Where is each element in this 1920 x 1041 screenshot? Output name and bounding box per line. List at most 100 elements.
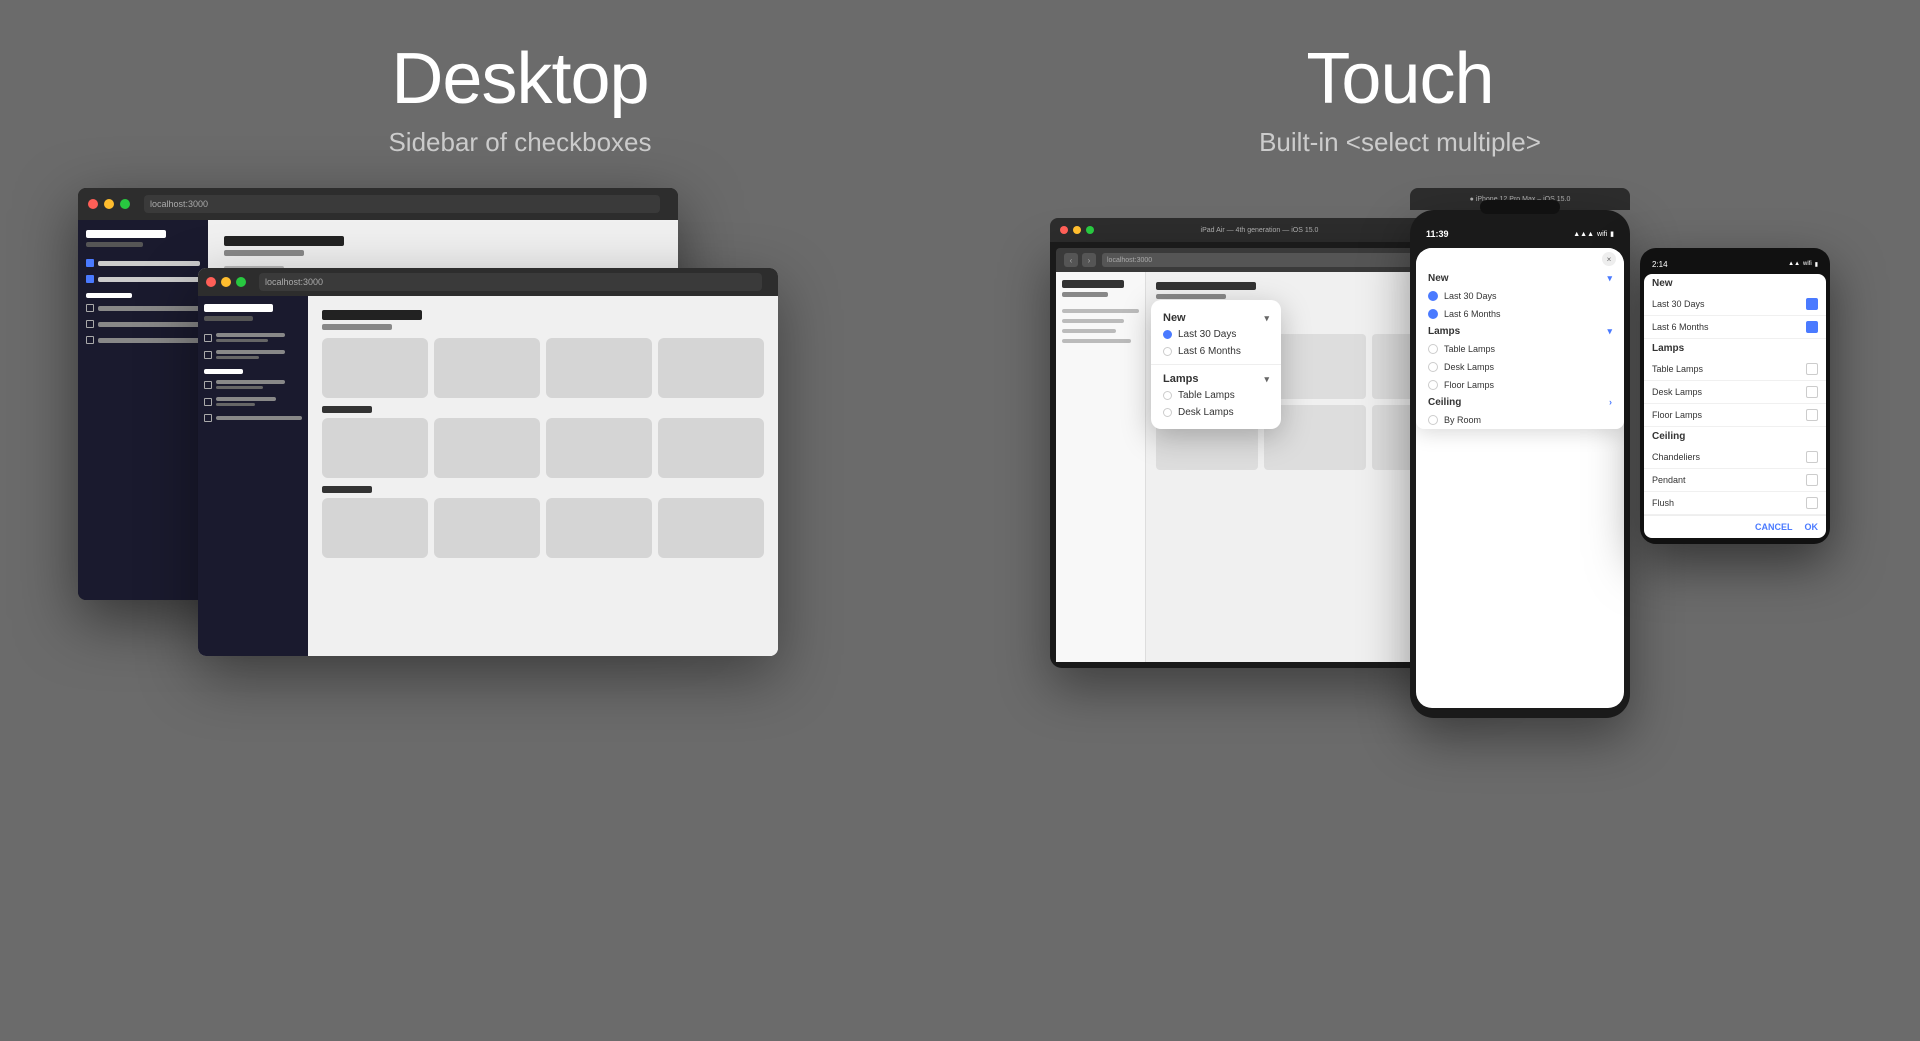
sidebar-checkbox-4[interactable]: [86, 320, 94, 328]
pb12[interactable]: [658, 498, 764, 558]
android-item-desk[interactable]: Desk Lamps: [1644, 381, 1826, 404]
ipad-tl-red[interactable]: [1060, 226, 1068, 234]
sidebar-checkbox-2[interactable]: [86, 275, 94, 283]
sidebar-row-10: [204, 414, 302, 422]
main2-title: [322, 310, 422, 320]
android-checkbox-chandeliers[interactable]: [1806, 451, 1818, 463]
ipad-main-title: [1156, 282, 1256, 290]
android-last30-label: Last 30 Days: [1652, 299, 1705, 309]
sidebar-checkbox-5[interactable]: [86, 336, 94, 344]
iphone-dd-chevron-lamps: ▾: [1607, 326, 1612, 337]
sidebar-checkbox-10[interactable]: [204, 414, 212, 422]
iphone-dd-last30[interactable]: Last 30 Days: [1416, 287, 1624, 305]
ipad-tl-yellow[interactable]: [1073, 226, 1081, 234]
traffic-light-yellow-1[interactable]: [104, 199, 114, 209]
touch-title: Touch: [1004, 40, 1796, 119]
url-text-1: localhost:3000: [150, 199, 208, 209]
android-item-flush[interactable]: Flush: [1644, 492, 1826, 515]
ipad-main-sub: [1156, 294, 1226, 299]
pb9[interactable]: [322, 498, 428, 558]
android-checkbox-pendant[interactable]: [1806, 474, 1818, 486]
ipad-item-table-lamps[interactable]: Table Lamps: [1151, 387, 1281, 404]
iphone-dd-desk[interactable]: Desk Lamps: [1416, 358, 1624, 376]
traffic-light-red-2[interactable]: [206, 277, 216, 287]
ipad-radio-last6m: [1163, 347, 1172, 356]
ipad-tl-green[interactable]: [1086, 226, 1094, 234]
pb3[interactable]: [546, 338, 652, 398]
android-checkbox-table[interactable]: [1806, 363, 1818, 375]
sl-b: [216, 339, 268, 342]
sidebar-checkbox-6[interactable]: [204, 334, 212, 342]
android-item-chandeliers[interactable]: Chandeliers: [1644, 446, 1826, 469]
traffic-light-yellow-2[interactable]: [221, 277, 231, 287]
desktop-title: Desktop: [124, 40, 916, 119]
pb6[interactable]: [434, 418, 540, 478]
ipad-nav-back[interactable]: ‹: [1064, 253, 1078, 267]
ipad-dropdown: New ▾ Last 30 Days Last 6 Months: [1151, 300, 1281, 429]
android-floor-label: Floor Lamps: [1652, 410, 1702, 420]
sidebar-label-5: [98, 338, 200, 343]
ipad-nav-fwd[interactable]: ›: [1082, 253, 1096, 267]
ipad-dropdown-group-new: New ▾: [1151, 308, 1281, 326]
pb8[interactable]: [658, 418, 764, 478]
ipad-last30-label: Last 30 Days: [1178, 329, 1236, 340]
android-item-last30[interactable]: Last 30 Days: [1644, 293, 1826, 316]
iphone-notch: 11:39 ▲▲▲ wifi ▮: [1416, 220, 1624, 248]
pb5[interactable]: [322, 418, 428, 478]
iphone-dropdown: × New ▾ Last 30 Days: [1416, 248, 1624, 429]
pb4[interactable]: [658, 338, 764, 398]
sidebar-checkbox-9[interactable]: [204, 398, 212, 406]
sidebar-label-3: [98, 306, 200, 311]
iphone-dd-byroom[interactable]: By Room: [1416, 411, 1624, 429]
android-item-pendant[interactable]: Pendant: [1644, 469, 1826, 492]
iphone-dd-table[interactable]: Table Lamps: [1416, 340, 1624, 358]
sidebar-checkbox-8[interactable]: [204, 381, 212, 389]
url-bar-2[interactable]: localhost:3000: [259, 273, 762, 291]
iphone-dropdown-close[interactable]: ×: [1602, 252, 1616, 266]
pb1[interactable]: [322, 338, 428, 398]
iphone-dd-last6m[interactable]: Last 6 Months: [1416, 305, 1624, 323]
pb2[interactable]: [434, 338, 540, 398]
android-checkbox-last6m[interactable]: [1806, 321, 1818, 333]
ipad-sb-item3: [1062, 329, 1116, 333]
signal-icon: ▲▲▲: [1573, 231, 1594, 238]
browser-toolbar-1: localhost:3000: [78, 188, 678, 220]
android-item-last6m[interactable]: Last 6 Months: [1644, 316, 1826, 339]
url-bar-1[interactable]: localhost:3000: [144, 195, 660, 213]
sidebar-checkbox-7[interactable]: [204, 351, 212, 359]
android-status: 2:14 ▲▲ wifi ▮: [1644, 254, 1826, 274]
android-header-new: New: [1644, 274, 1826, 293]
android-checkbox-floor[interactable]: [1806, 409, 1818, 421]
pb7[interactable]: [546, 418, 652, 478]
ipad-item-last6m[interactable]: Last 6 Months: [1151, 343, 1281, 360]
android-checkbox-desk[interactable]: [1806, 386, 1818, 398]
sidebar-checkbox-3[interactable]: [86, 304, 94, 312]
iphone-radio-desk: [1428, 362, 1438, 372]
ipad-item-desk-lamps[interactable]: Desk Lamps: [1151, 404, 1281, 421]
android-item-table[interactable]: Table Lamps: [1644, 358, 1826, 381]
ipad-nav-buttons: ‹ ›: [1064, 253, 1096, 267]
pb10[interactable]: [434, 498, 540, 558]
sidebar-header-bar-1: [86, 230, 166, 238]
sidebar-checkbox-1[interactable]: [86, 259, 94, 267]
android-item-floor[interactable]: Floor Lamps: [1644, 404, 1826, 427]
iphone-radio-last30: [1428, 291, 1438, 301]
android-cancel-btn[interactable]: CANCEL: [1755, 522, 1793, 532]
traffic-light-red-1[interactable]: [88, 199, 98, 209]
pb11[interactable]: [546, 498, 652, 558]
ipad-item-last30[interactable]: Last 30 Days: [1151, 326, 1281, 343]
android-ok-btn[interactable]: OK: [1805, 522, 1819, 532]
main-content: localhost:3000: [0, 188, 1920, 768]
app-sidebar-2: [198, 296, 308, 656]
traffic-light-green-1[interactable]: [120, 199, 130, 209]
product-grid-b2: [322, 418, 764, 478]
sidebar-row-6: [204, 333, 302, 342]
android-pendant-label: Pendant: [1652, 475, 1686, 485]
android-checkbox-flush[interactable]: [1806, 497, 1818, 509]
iphone-dd-floor[interactable]: Floor Lamps: [1416, 376, 1624, 394]
wifi-icon: wifi: [1597, 231, 1607, 238]
traffic-light-green-2[interactable]: [236, 277, 246, 287]
android-checkbox-last30[interactable]: [1806, 298, 1818, 310]
android-signal-icon: ▲▲: [1788, 261, 1800, 267]
ipad-table-lamps-label: Table Lamps: [1178, 390, 1235, 401]
